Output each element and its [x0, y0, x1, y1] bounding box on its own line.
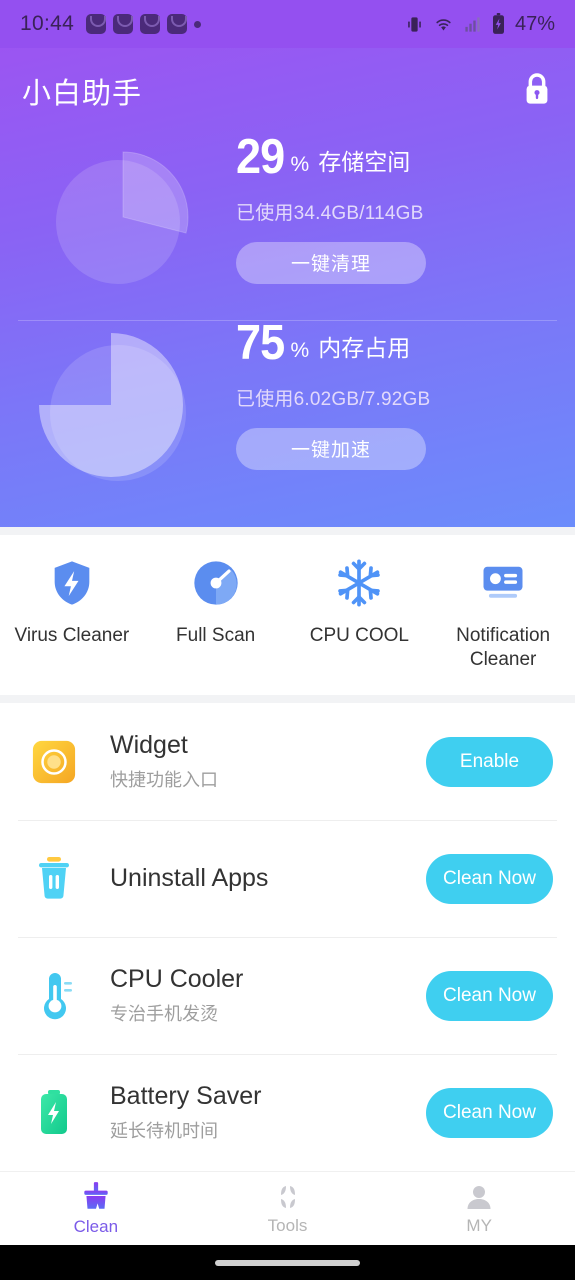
- storage-label: 存储空间: [318, 148, 411, 175]
- dot-icon: [194, 20, 202, 28]
- memory-panel: 75 % 内存占用 已使用6.02GB/7.92GB 一键加速: [0, 316, 575, 498]
- quick-action-label: Full Scan: [176, 625, 256, 646]
- memory-info: 75 % 内存占用 已使用6.02GB/7.92GB 一键加速: [236, 316, 431, 470]
- row-text-wrap: Battery Saver 延长待机时间: [110, 1082, 426, 1143]
- nav-item-clean[interactable]: Clean: [0, 1180, 192, 1237]
- lock-icon: [526, 72, 548, 104]
- home-indicator[interactable]: [215, 1259, 360, 1266]
- nav-item-my[interactable]: MY: [383, 1181, 575, 1236]
- memory-percent-sign: %: [290, 338, 310, 362]
- quick-action-label: CPU COOL: [309, 625, 409, 646]
- clean-storage-button[interactable]: 一键清理: [236, 241, 426, 284]
- storage-info: 29 % 存储空间 已使用34.4GB/114GB 一键清理: [236, 130, 426, 284]
- nav-label: MY: [466, 1216, 492, 1235]
- boost-memory-button[interactable]: 一键加速: [236, 427, 426, 470]
- quick-action-virus-cleaner[interactable]: Virus Cleaner: [0, 557, 144, 648]
- person-icon: [467, 1186, 491, 1209]
- row-text-wrap: CPU Cooler 专治手机发烫: [110, 965, 426, 1026]
- header-section: 小白助手 29 % 存储空间 已使用34.4GB/114GB 一键清理 75 %…: [0, 48, 575, 527]
- quick-action-cpu-cool[interactable]: CPU COOL: [288, 557, 432, 648]
- feature-subtitle: 快捷功能入口: [110, 770, 218, 790]
- status-time: 10:44: [20, 12, 75, 35]
- storage-pie-chart: [48, 144, 198, 299]
- widget-icon: [32, 740, 76, 783]
- nav-item-tools[interactable]: Tools: [192, 1181, 384, 1236]
- vibrate-icon: [408, 16, 421, 32]
- app-screen: 10:44 47% 小白助手 29 % 存储空间 已使用34.4GB/114GB…: [0, 0, 575, 1280]
- feature-list: Widget 快捷功能入口 Enable Uninstall Apps Clea…: [0, 703, 575, 1171]
- widget-enable-button[interactable]: Enable: [426, 736, 553, 787]
- feature-title: Battery Saver: [110, 1082, 262, 1110]
- memory-percent-line: 75 % 内存占用: [236, 316, 430, 370]
- feature-title: CPU Cooler: [110, 965, 244, 993]
- feature-row-widget[interactable]: Widget 快捷功能入口 Enable: [0, 703, 575, 820]
- memory-percent-value: 75: [236, 316, 285, 370]
- bottom-navigation: Clean Tools MY: [0, 1171, 575, 1245]
- nav-label: Tools: [267, 1216, 308, 1235]
- quick-action-notification-cleaner[interactable]: Notification Cleaner: [431, 557, 575, 672]
- quick-actions-bar: Virus Cleaner Full Scan CPU COOL Notific…: [0, 535, 575, 695]
- battery-bolt-icon: [41, 1089, 67, 1134]
- row-text-wrap: Widget 快捷功能入口: [110, 731, 426, 792]
- storage-percent-line: 29 % 存储空间: [236, 130, 426, 184]
- status-bar: 10:44 47%: [0, 0, 575, 48]
- battery-charging-icon: [492, 13, 504, 34]
- thermometer-icon: [44, 972, 72, 1019]
- lock-button[interactable]: [521, 71, 553, 112]
- row-icon-wrap: [26, 971, 82, 1021]
- trash-icon: [39, 856, 69, 899]
- memory-usage-text: 已使用6.02GB/7.92GB: [236, 388, 431, 410]
- app-badge-icon: [113, 14, 134, 34]
- grid-petals-icon: [280, 1186, 295, 1208]
- snowflake-icon: [338, 559, 381, 607]
- shield-bolt-icon: [54, 561, 90, 605]
- app-title-row: 小白助手: [0, 54, 575, 112]
- gesture-bar-area: [0, 1245, 575, 1280]
- broom-icon: [84, 1182, 108, 1209]
- signal-icon: [465, 16, 480, 32]
- status-system-icons: 47%: [405, 13, 555, 36]
- storage-usage-text: 已使用34.4GB/114GB: [236, 202, 424, 224]
- uninstall-apps-clean-button[interactable]: Clean Now: [426, 853, 553, 904]
- feature-subtitle: 延长待机时间: [110, 1121, 218, 1141]
- storage-panel: 29 % 存储空间 已使用34.4GB/114GB 一键清理: [0, 130, 575, 312]
- feature-title: Widget: [110, 731, 188, 759]
- feature-row-uninstall-apps[interactable]: Uninstall Apps Clean Now: [0, 820, 575, 937]
- quick-action-label: Notification Cleaner: [456, 625, 551, 670]
- status-notification-icons: [86, 14, 202, 34]
- cpu-cooler-clean-button[interactable]: Clean Now: [426, 970, 553, 1021]
- memory-pie-chart: [33, 325, 198, 495]
- battery-saver-clean-button[interactable]: Clean Now: [426, 1087, 553, 1138]
- app-badge-icon: [167, 14, 188, 34]
- wifi-icon: [436, 18, 451, 30]
- notification-card-icon: [483, 566, 523, 598]
- feature-title: Uninstall Apps: [110, 864, 269, 892]
- page-title: 小白助手: [22, 78, 143, 110]
- feature-row-cpu-cooler[interactable]: CPU Cooler 专治手机发烫 Clean Now: [0, 937, 575, 1054]
- radar-scan-icon: [193, 561, 238, 605]
- app-badge-icon: [86, 14, 107, 34]
- feature-subtitle: 专治手机发烫: [110, 1004, 218, 1024]
- row-icon-wrap: [26, 1088, 82, 1138]
- row-icon-wrap: [26, 855, 82, 903]
- quick-action-label: Virus Cleaner: [14, 625, 130, 646]
- app-badge-icon: [140, 14, 161, 34]
- row-text-wrap: Uninstall Apps: [110, 864, 426, 893]
- battery-percent-label: 47%: [514, 12, 555, 35]
- quick-action-full-scan[interactable]: Full Scan: [144, 557, 288, 648]
- storage-percent-sign: %: [290, 152, 310, 176]
- memory-label: 内存占用: [318, 334, 411, 361]
- nav-label: Clean: [73, 1217, 119, 1236]
- row-icon-wrap: [26, 739, 82, 785]
- feature-row-battery-saver[interactable]: Battery Saver 延长待机时间 Clean Now: [0, 1054, 575, 1171]
- storage-percent-value: 29: [236, 130, 285, 184]
